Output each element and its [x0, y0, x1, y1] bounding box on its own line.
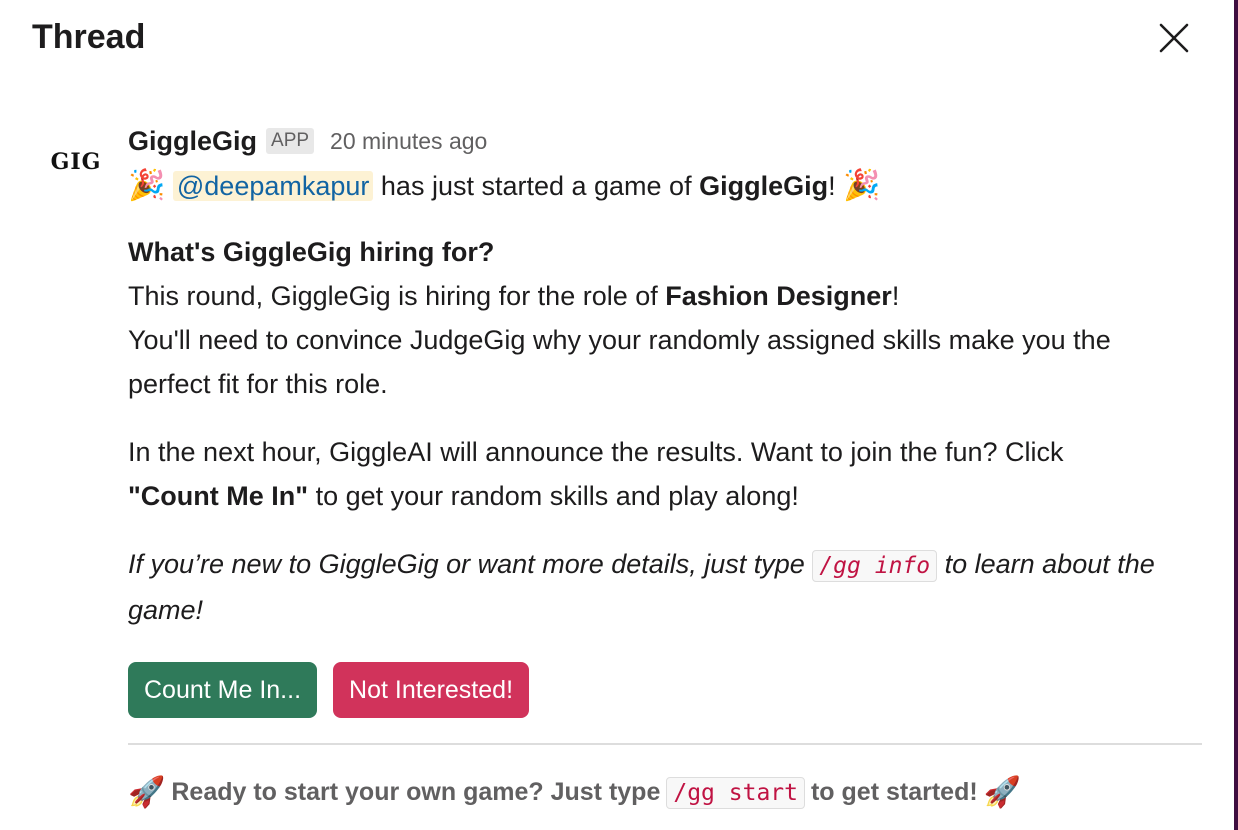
sender-name[interactable]: GiggleGig — [128, 126, 257, 157]
hiring-heading: What's GiggleGig hiring for? — [128, 237, 495, 267]
info-section: If you’re new to GiggleGig or want more … — [128, 542, 1203, 632]
thread-header: Thread — [0, 0, 1232, 80]
rocket-icon: 🚀 — [983, 776, 1022, 809]
hiring-line-3: perfect fit for this role. — [128, 369, 388, 399]
app-badge: APP — [266, 128, 315, 154]
rocket-icon: 🚀 — [128, 776, 166, 809]
not-interested-button[interactable]: Not Interested! — [333, 662, 530, 718]
role-name: Fashion Designer — [665, 281, 892, 311]
intro-text: has just started a game of — [373, 171, 700, 201]
avatar-text: GIG — [50, 149, 102, 175]
divider — [128, 743, 1202, 745]
hiring-section: What's GiggleGig hiring for? This round,… — [128, 230, 1203, 406]
count-me-in-bold: "Count Me In" — [128, 481, 309, 511]
footer-line: 🚀 Ready to start your own game? Just typ… — [128, 775, 1203, 810]
start-command-code: /gg start — [666, 776, 805, 809]
message-meta: GiggleGig APP 20 minutes ago — [128, 118, 1203, 164]
sidebar-edge — [1234, 0, 1238, 830]
results-line-2: "Count Me In" to get your random skills … — [128, 481, 799, 511]
results-line-1: In the next hour, GiggleAI will announce… — [128, 437, 1064, 467]
hiring-line-1: This round, GiggleGig is hiring for the … — [128, 281, 900, 311]
intro-line: 🎉 @deepamkapur has just started a game o… — [128, 164, 1203, 208]
info-line-2: game! — [128, 595, 204, 625]
info-command-code: /gg info — [812, 550, 938, 582]
panel-title: Thread — [32, 18, 146, 56]
avatar[interactable]: GIG — [40, 126, 112, 198]
message-content: GiggleGig APP 20 minutes ago 🎉 @deepamka… — [128, 118, 1203, 810]
info-line-1: If you’re new to GiggleGig or want more … — [128, 542, 1203, 588]
user-mention[interactable]: @deepamkapur — [172, 171, 374, 201]
close-button[interactable] — [1152, 16, 1196, 60]
party-popper-icon: 🎉 — [843, 169, 881, 202]
action-buttons: Count Me In... Not Interested! — [128, 662, 1203, 718]
results-section: In the next hour, GiggleAI will announce… — [128, 430, 1203, 518]
hiring-line-2: You'll need to convince JudgeGig why you… — [128, 325, 1111, 355]
footer-prefix: Ready to start your own game? Just type — [171, 778, 661, 806]
timestamp[interactable]: 20 minutes ago — [330, 128, 487, 155]
party-popper-icon: 🎉 — [128, 169, 166, 202]
close-icon — [1159, 23, 1189, 53]
intro-exclaim: ! — [828, 171, 836, 201]
thread-panel: Thread GIG GiggleGig APP 20 minutes ago … — [0, 0, 1238, 830]
count-me-in-button[interactable]: Count Me In... — [128, 662, 318, 718]
intro-bold-app: GiggleGig — [699, 171, 829, 201]
footer-suffix: to get started! — [810, 778, 978, 806]
